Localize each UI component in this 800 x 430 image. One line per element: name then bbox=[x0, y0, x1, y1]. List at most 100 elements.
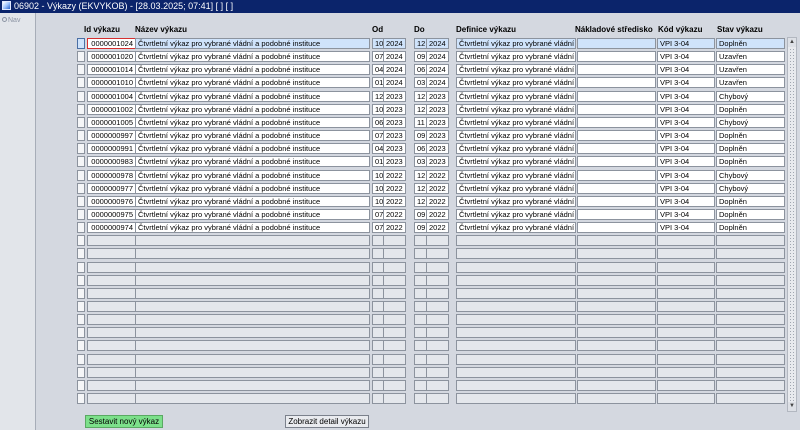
cell-stredisko[interactable] bbox=[577, 116, 656, 128]
cell-id[interactable] bbox=[87, 340, 136, 352]
cell-kod[interactable]: VPI 3-04 bbox=[657, 130, 715, 142]
cell-definice[interactable]: Čtvrtletní výkaz pro vybrané vládní a bbox=[456, 38, 576, 49]
cell-kod[interactable] bbox=[657, 287, 715, 299]
cell-nazev[interactable] bbox=[135, 353, 370, 365]
cell-nazev[interactable] bbox=[135, 379, 370, 391]
cell-kod[interactable]: VPI 3-04 bbox=[657, 90, 715, 102]
cell-stav[interactable] bbox=[716, 248, 785, 260]
cell-kod[interactable]: VPI 3-04 bbox=[657, 156, 715, 168]
cell-nazev[interactable] bbox=[135, 248, 370, 260]
cell-stredisko[interactable] bbox=[577, 274, 656, 286]
cell-definice[interactable] bbox=[456, 274, 576, 286]
cell-kod[interactable] bbox=[657, 274, 715, 286]
cell-stredisko[interactable] bbox=[577, 314, 656, 326]
cell-nazev[interactable]: Čtvrtletní výkaz pro vybrané vládní a po… bbox=[135, 38, 370, 49]
cell-kod[interactable] bbox=[657, 235, 715, 247]
cell-definice[interactable]: Čtvrtletní výkaz pro vybrané vládní a bbox=[456, 143, 576, 155]
cell-stredisko[interactable] bbox=[577, 77, 656, 89]
cell-kod[interactable] bbox=[657, 379, 715, 391]
cell-id[interactable] bbox=[87, 287, 136, 299]
cell-kod[interactable] bbox=[657, 366, 715, 378]
cell-do_y[interactable]: 2022 bbox=[426, 182, 449, 194]
cell-kod[interactable]: VPI 3-04 bbox=[657, 103, 715, 115]
cell-stav[interactable] bbox=[716, 393, 785, 405]
cell-definice[interactable] bbox=[456, 287, 576, 299]
cell-definice[interactable] bbox=[456, 248, 576, 260]
cell-definice[interactable] bbox=[456, 379, 576, 391]
cell-stredisko[interactable] bbox=[577, 261, 656, 273]
cell-stav[interactable] bbox=[716, 274, 785, 286]
cell-od_y[interactable]: 2022 bbox=[383, 169, 406, 181]
cell-id[interactable]: 0000000991 bbox=[87, 143, 136, 155]
row-selector[interactable] bbox=[77, 393, 85, 405]
cell-od_y[interactable]: 2024 bbox=[383, 38, 406, 49]
cell-nazev[interactable] bbox=[135, 393, 370, 405]
cell-kod[interactable] bbox=[657, 353, 715, 365]
cell-stav[interactable] bbox=[716, 287, 785, 299]
cell-stredisko[interactable] bbox=[577, 287, 656, 299]
cell-do_y[interactable]: 2022 bbox=[426, 169, 449, 181]
cell-definice[interactable]: Čtvrtletní výkaz pro vybrané vládní a bbox=[456, 77, 576, 89]
nav-link[interactable]: Nav bbox=[2, 17, 20, 24]
cell-stredisko[interactable] bbox=[577, 38, 656, 49]
cell-kod[interactable]: VPI 3-04 bbox=[657, 116, 715, 128]
cell-nazev[interactable]: Čtvrtletní výkaz pro vybrané vládní a po… bbox=[135, 116, 370, 128]
cell-kod[interactable] bbox=[657, 301, 715, 312]
cell-do_y[interactable] bbox=[426, 301, 449, 312]
cell-definice[interactable]: Čtvrtletní výkaz pro vybrané vládní a bbox=[456, 208, 576, 220]
cell-stredisko[interactable] bbox=[577, 64, 656, 76]
cell-od_y[interactable] bbox=[383, 274, 406, 286]
row-selector[interactable] bbox=[77, 169, 85, 181]
show-detail-button[interactable]: Zobrazit detail výkazu bbox=[285, 415, 369, 428]
cell-stav[interactable]: Uzavřen bbox=[716, 51, 785, 63]
cell-nazev[interactable] bbox=[135, 261, 370, 273]
cell-do_y[interactable] bbox=[426, 287, 449, 299]
cell-definice[interactable] bbox=[456, 261, 576, 273]
cell-definice[interactable]: Čtvrtletní výkaz pro vybrané vládní a bbox=[456, 222, 576, 234]
cell-do_y[interactable]: 2023 bbox=[426, 143, 449, 155]
cell-od_y[interactable]: 2023 bbox=[383, 116, 406, 128]
new-report-button[interactable]: Sestavit nový výkaz bbox=[85, 415, 163, 428]
cell-do_y[interactable]: 2022 bbox=[426, 222, 449, 234]
cell-kod[interactable]: VPI 3-04 bbox=[657, 51, 715, 63]
cell-od_y[interactable] bbox=[383, 393, 406, 405]
cell-definice[interactable] bbox=[456, 340, 576, 352]
cell-kod[interactable]: VPI 3-04 bbox=[657, 222, 715, 234]
cell-do_y[interactable] bbox=[426, 393, 449, 405]
row-selector[interactable] bbox=[77, 340, 85, 352]
cell-od_y[interactable] bbox=[383, 340, 406, 352]
cell-id[interactable]: 0000001014 bbox=[87, 64, 136, 76]
cell-definice[interactable] bbox=[456, 366, 576, 378]
cell-stav[interactable]: Uzavřen bbox=[716, 64, 785, 76]
cell-nazev[interactable] bbox=[135, 235, 370, 247]
cell-id[interactable]: 0000000977 bbox=[87, 182, 136, 194]
cell-od_y[interactable]: 2022 bbox=[383, 208, 406, 220]
cell-od_y[interactable]: 2023 bbox=[383, 90, 406, 102]
cell-od_y[interactable] bbox=[383, 248, 406, 260]
row-selector[interactable] bbox=[77, 314, 85, 326]
cell-od_y[interactable] bbox=[383, 353, 406, 365]
cell-definice[interactable] bbox=[456, 393, 576, 405]
cell-od_y[interactable]: 2023 bbox=[383, 143, 406, 155]
row-selector[interactable] bbox=[77, 51, 85, 63]
cell-definice[interactable]: Čtvrtletní výkaz pro vybrané vládní a bbox=[456, 90, 576, 102]
cell-definice[interactable]: Čtvrtletní výkaz pro vybrané vládní a bbox=[456, 64, 576, 76]
cell-do_y[interactable]: 2024 bbox=[426, 51, 449, 63]
cell-definice[interactable]: Čtvrtletní výkaz pro vybrané vládní a bbox=[456, 116, 576, 128]
row-selector[interactable] bbox=[77, 208, 85, 220]
cell-nazev[interactable] bbox=[135, 287, 370, 299]
cell-kod[interactable] bbox=[657, 393, 715, 405]
cell-id[interactable] bbox=[87, 379, 136, 391]
cell-do_y[interactable]: 2024 bbox=[426, 77, 449, 89]
cell-stredisko[interactable] bbox=[577, 340, 656, 352]
cell-do_y[interactable]: 2023 bbox=[426, 156, 449, 168]
cell-stredisko[interactable] bbox=[577, 156, 656, 168]
cell-od_y[interactable]: 2022 bbox=[383, 222, 406, 234]
cell-id[interactable]: 0000000975 bbox=[87, 208, 136, 220]
row-selector[interactable] bbox=[77, 353, 85, 365]
cell-definice[interactable]: Čtvrtletní výkaz pro vybrané vládní a bbox=[456, 169, 576, 181]
cell-do_y[interactable] bbox=[426, 314, 449, 326]
cell-stredisko[interactable] bbox=[577, 248, 656, 260]
row-selector[interactable] bbox=[77, 77, 85, 89]
cell-od_y[interactable] bbox=[383, 366, 406, 378]
